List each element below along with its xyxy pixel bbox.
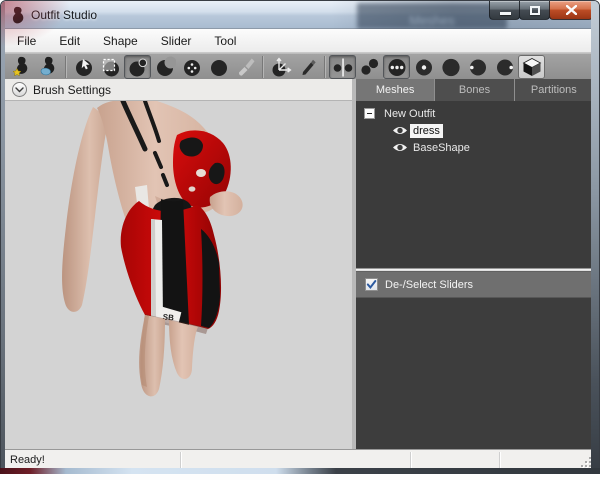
menu-tool[interactable]: Tool: [204, 31, 246, 51]
menu-shape[interactable]: Shape: [93, 31, 148, 51]
tree-item-baseshape[interactable]: BaseShape: [392, 140, 473, 155]
viewport-3d-canvas[interactable]: SB: [5, 101, 352, 449]
transform-tool-button[interactable]: [267, 55, 294, 79]
status-divider: [499, 452, 500, 468]
menu-bar: File Edit Shape Slider Tool: [5, 29, 593, 53]
circle-axes-icon: [270, 56, 292, 78]
toolbar-separator: [65, 56, 67, 78]
circle-dashed-square-icon: [100, 56, 122, 78]
ghost-text: Meshes: [409, 12, 455, 29]
checkmark-icon: [366, 279, 377, 290]
three-dots-circle-icon: [386, 56, 408, 78]
toolbar-separator: [262, 56, 264, 78]
mesh-tree: New Outfit dress Bas: [356, 101, 593, 267]
circle-solid-icon: [208, 56, 230, 78]
smooth-brush-button[interactable]: [205, 55, 232, 79]
screen: Meshes Outfit Studio File Edit Shape Sl: [0, 0, 600, 480]
menu-edit[interactable]: Edit: [49, 31, 90, 51]
falloff-center-button[interactable]: [410, 55, 437, 79]
tree-item-label[interactable]: dress: [410, 124, 443, 138]
deflate-brush-button[interactable]: [151, 55, 178, 79]
app-logo-icon: [9, 6, 26, 24]
cube-icon: [521, 56, 543, 78]
brush-settings-header[interactable]: Brush Settings: [5, 79, 352, 101]
maximize-icon: [530, 6, 540, 15]
falloff-right-button[interactable]: [491, 55, 518, 79]
close-icon: [566, 5, 577, 15]
circle-right-dot-icon: [494, 56, 516, 78]
circle-left-dot-icon: [467, 56, 489, 78]
window-frame-left: [1, 1, 5, 474]
tree-root-label: New Outfit: [381, 107, 438, 121]
status-bar: Ready!: [5, 449, 593, 469]
window-title: Outfit Studio: [31, 8, 97, 22]
circle-crescent-icon: [154, 56, 176, 78]
tree-item-dress[interactable]: dress: [392, 123, 443, 138]
collapse-minus-icon[interactable]: [364, 108, 375, 119]
inflate-brush-button[interactable]: [124, 55, 151, 79]
maximize-button[interactable]: [519, 1, 550, 20]
body-star-icon: [11, 56, 33, 78]
background-window-ghost: Meshes: [357, 3, 507, 29]
two-circles-icon: [359, 56, 381, 78]
pen-icon: [297, 56, 319, 78]
close-button[interactable]: [549, 1, 593, 20]
minimize-button[interactable]: [489, 1, 520, 20]
circle-large-icon: [440, 56, 462, 78]
eye-icon[interactable]: [392, 125, 408, 136]
status-divider: [410, 452, 411, 468]
chevron-down-icon: [15, 87, 24, 93]
connected-only-toggle-button[interactable]: [356, 55, 383, 79]
new-project-button[interactable]: [8, 55, 35, 79]
wireframe-toggle-button[interactable]: [518, 55, 545, 79]
toolbar: [5, 53, 593, 79]
sliders-list: [356, 298, 593, 449]
menu-file[interactable]: File: [7, 31, 46, 51]
mask-brush-button[interactable]: [97, 55, 124, 79]
window-frame-right: [591, 1, 599, 474]
falloff-left-button[interactable]: [464, 55, 491, 79]
menu-slider[interactable]: Slider: [151, 31, 202, 51]
title-bar[interactable]: Meshes Outfit Studio: [1, 1, 600, 29]
mirrored-dots-icon: [332, 56, 354, 78]
tab-meshes[interactable]: Meshes: [356, 79, 435, 101]
minimize-icon: [500, 12, 511, 15]
paintbrush-icon: [235, 56, 257, 78]
sliders-header: De-/Select Sliders: [356, 272, 593, 298]
deselect-sliders-checkbox[interactable]: [365, 278, 378, 291]
status-divider: [180, 452, 181, 468]
circle-center-dot-icon: [413, 56, 435, 78]
select-tool-button[interactable]: [70, 55, 97, 79]
move-brush-button[interactable]: [178, 55, 205, 79]
tree-root-row[interactable]: New Outfit: [364, 106, 438, 121]
main-area: Brush Settings: [5, 79, 593, 449]
x-mirror-toggle-button[interactable]: [329, 55, 356, 79]
global-brush-toggle-button[interactable]: [383, 55, 410, 79]
model-render: SB: [5, 101, 352, 449]
sliders-header-label: De-/Select Sliders: [385, 279, 473, 291]
resize-grip[interactable]: [579, 455, 591, 467]
circle-cursor-icon: [73, 56, 95, 78]
status-text: Ready!: [10, 454, 45, 466]
outliner-tabs: Meshes Bones Partitions: [356, 79, 593, 101]
outliner-panel: Meshes Bones Partitions New Outfit: [356, 79, 593, 449]
weight-brush-button[interactable]: [232, 55, 259, 79]
toolbar-separator: [324, 56, 326, 78]
tab-bones[interactable]: Bones: [435, 79, 514, 101]
outfit-studio-window: Meshes Outfit Studio File Edit Shape Sl: [0, 0, 600, 474]
circle-bump-icon: [127, 56, 149, 78]
viewport-panel: Brush Settings: [5, 79, 352, 449]
load-project-button[interactable]: [35, 55, 62, 79]
tree-item-label[interactable]: BaseShape: [410, 141, 473, 155]
falloff-full-button[interactable]: [437, 55, 464, 79]
eye-icon[interactable]: [392, 142, 408, 153]
vertex-edit-button[interactable]: [294, 55, 321, 79]
body-load-icon: [38, 56, 60, 78]
circle-dots-icon: [181, 56, 203, 78]
tab-partitions[interactable]: Partitions: [515, 79, 593, 101]
window-frame-bottom: [0, 468, 600, 474]
brush-settings-collapse-button[interactable]: [12, 82, 27, 97]
brush-settings-label: Brush Settings: [33, 83, 111, 97]
